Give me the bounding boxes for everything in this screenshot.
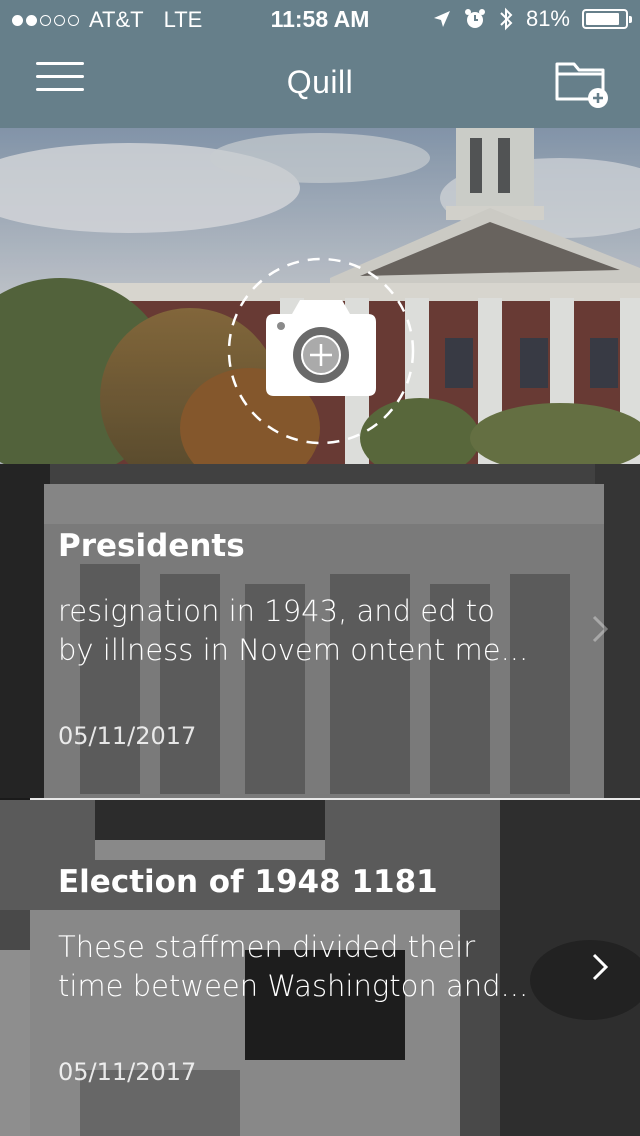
status-bar: AT&T LTE 11:58 AM 81% <box>0 0 640 40</box>
note-excerpt: These staffmen divided their time betwee… <box>58 930 529 1003</box>
note-excerpt: resignation in 1943, and ed to by illnes… <box>58 594 529 667</box>
new-folder-button[interactable] <box>554 56 610 108</box>
add-photo-button[interactable] <box>226 256 416 446</box>
note-date: 05/11/2017 <box>58 1058 197 1086</box>
battery-icon <box>582 9 632 29</box>
battery-percent: 81% <box>525 6 570 31</box>
note-title: Presidents <box>58 528 245 564</box>
note-title: Election of 1948 1181 <box>58 864 438 900</box>
note-date: 05/11/2017 <box>58 722 197 750</box>
folder-add-icon <box>555 62 608 108</box>
alarm-clock-icon <box>464 9 485 28</box>
bluetooth-icon <box>500 7 513 31</box>
header-photo[interactable] <box>0 128 640 464</box>
note-card[interactable]: Presidents resignation in 1943, and ed t… <box>0 464 640 798</box>
location-arrow-icon <box>433 11 450 27</box>
chevron-right-icon <box>592 615 609 643</box>
camera-add-icon <box>227 257 415 445</box>
note-card[interactable]: Election of 1948 1181 These staffmen div… <box>0 800 640 1136</box>
navigation-bar: Quill <box>0 40 640 128</box>
chevron-right-icon[interactable] <box>590 952 612 982</box>
app-title: Quill <box>286 64 354 100</box>
status-bar-right: 81% <box>432 6 632 32</box>
